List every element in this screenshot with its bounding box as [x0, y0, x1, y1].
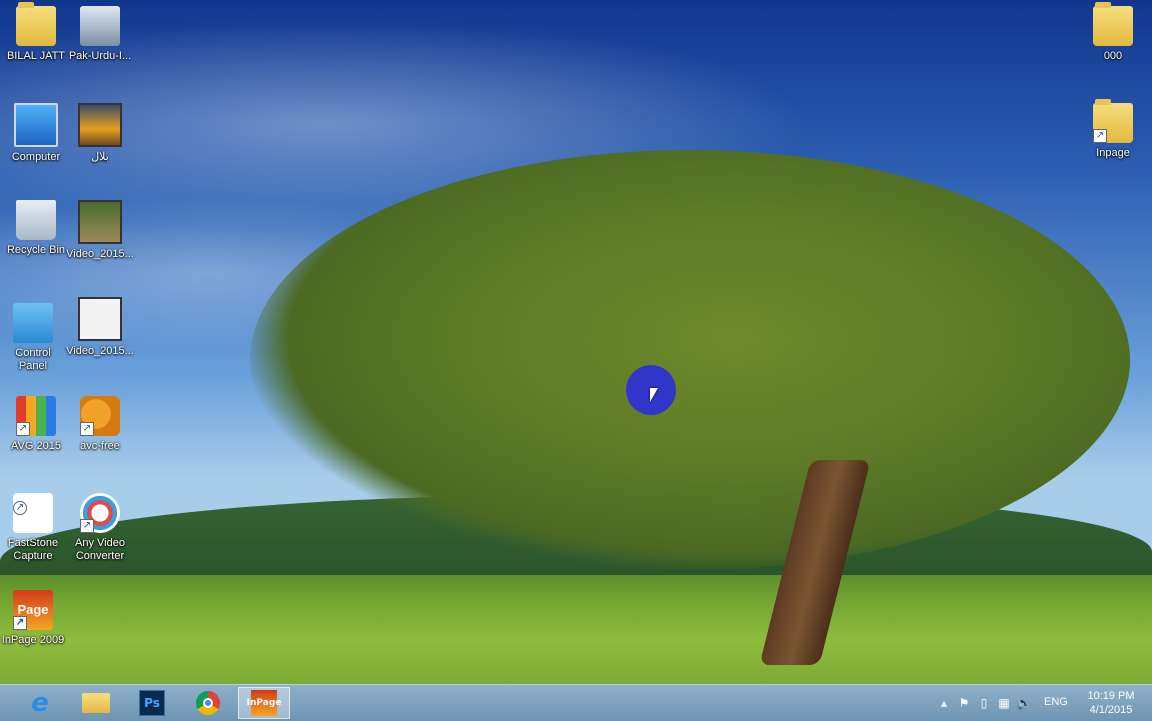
clock-date: 4/1/2015 [1089, 704, 1133, 716]
desktop-icon-folder-000[interactable]: 000 [1077, 0, 1149, 63]
taskbar-chrome[interactable] [182, 687, 234, 719]
system-tray: ▴ ⚑ ▯ ▦ 🔈 [934, 685, 1034, 721]
taskbar-file-explorer[interactable] [70, 687, 122, 719]
wallpaper-grass [0, 575, 1152, 684]
volume-icon[interactable]: 🔈 [1016, 696, 1032, 710]
desktop-icon-video-2015-a[interactable]: Video_2015... [64, 194, 136, 261]
recycle-bin-icon [16, 200, 56, 240]
video-file-icon [78, 297, 122, 341]
clock-time: 10:19 PM [1087, 690, 1135, 702]
desktop-icon-label: avc-free [80, 440, 120, 452]
chrome-icon [196, 691, 220, 715]
desktop-icon-control-panel[interactable]: Control Panel [0, 297, 66, 373]
desktop-icon-recycle-bin[interactable]: Recycle Bin [0, 194, 72, 257]
input-language-indicator[interactable]: ENG [1044, 696, 1068, 708]
avg-icon [16, 396, 56, 436]
user-folder-icon [16, 2, 56, 46]
desktop-icon-inpage-folder[interactable]: Inpage [1077, 97, 1149, 160]
desktop-icon-label: Pak-Urdu-I... [68, 50, 132, 62]
desktop-icon-label: AVG 2015 [11, 440, 61, 452]
desktop-icon-inpage-2009[interactable]: Page InPage 2009 [0, 584, 69, 647]
desktop-icon-pak-urdu-installer[interactable]: Pak-Urdu-I... [64, 0, 136, 63]
inpage-taskbar-icon: InPage [247, 690, 281, 716]
action-center-flag-icon[interactable]: ⚑ [956, 696, 972, 710]
avc-free-icon [80, 396, 120, 436]
desktop-icon-label: Computer [11, 151, 61, 163]
taskbar-photoshop[interactable]: Ps [126, 687, 178, 719]
desktop-icon-avg-2015[interactable]: AVG 2015 [0, 390, 72, 453]
folder-shortcut-icon [1093, 99, 1133, 143]
desktop-icon-label: Control Panel [15, 347, 51, 372]
installer-icon [80, 6, 120, 46]
mouse-cursor-icon [650, 388, 658, 402]
desktop-icon-label: 000 [1103, 50, 1123, 62]
video-file-icon [78, 200, 122, 244]
file-explorer-icon [82, 693, 110, 713]
desktop-icon-bilal-video[interactable]: بلال [64, 97, 136, 164]
computer-icon [14, 103, 58, 147]
desktop-icon-label: بلال [91, 151, 109, 163]
desktop-icon-avc-free[interactable]: avc-free [64, 390, 136, 453]
desktop-icon-label: Inpage [1096, 147, 1130, 159]
device-icon[interactable]: ▯ [976, 696, 992, 710]
inpage-icon-text: Page [17, 602, 49, 617]
desktop-icon-label: Recycle Bin [6, 244, 66, 256]
desktop-icon-label: Video_2015... [66, 248, 134, 260]
inpage-icon: Page [13, 590, 53, 630]
desktop-icon-video-2015-b[interactable]: Video_2015... [64, 291, 136, 358]
desktop-icon-computer[interactable]: Computer [0, 97, 72, 164]
taskbar: e Ps InPage ▴ ⚑ ▯ ▦ 🔈 ENG 10:19 PM 4/1/2… [0, 684, 1152, 721]
desktop-icon-label: FastStone Capture [7, 537, 59, 562]
desktop-icon-any-video-converter[interactable]: Any Video Converter [64, 487, 136, 563]
internet-explorer-icon: e [31, 688, 49, 718]
desktop-icon-label: BILAL JATT [6, 50, 66, 62]
desktop-icon-label: Video_2015... [66, 345, 134, 357]
desktop-icon-label: InPage 2009 [1, 634, 65, 646]
taskbar-clock[interactable]: 10:19 PM 4/1/2015 [1080, 689, 1142, 717]
network-icon[interactable]: ▦ [996, 696, 1012, 710]
folder-icon [1093, 2, 1133, 46]
taskbar-internet-explorer[interactable]: e [14, 687, 66, 719]
control-panel-icon [13, 303, 53, 343]
taskbar-inpage[interactable]: InPage [238, 687, 290, 719]
desktop-icon-faststone-capture[interactable]: FastStone Capture [0, 487, 66, 563]
wallpaper-willow-tree [250, 150, 1130, 570]
photoshop-icon: Ps [139, 690, 165, 716]
video-file-icon [78, 103, 122, 147]
show-hidden-icons-chevron-icon[interactable]: ▴ [936, 696, 952, 710]
faststone-capture-icon [13, 493, 53, 533]
any-video-converter-icon [80, 493, 120, 533]
desktop-icon-label: Any Video Converter [75, 537, 125, 562]
desktop-icon-bilal-jatt[interactable]: BILAL JATT [0, 0, 72, 63]
